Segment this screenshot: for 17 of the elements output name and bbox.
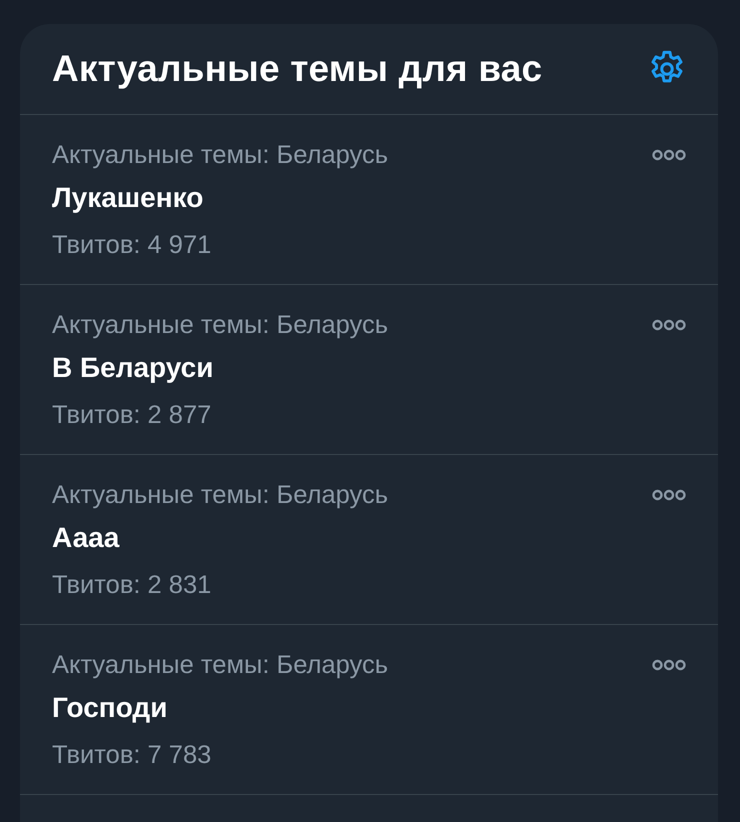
more-icon[interactable]: [652, 659, 686, 671]
trend-context: Актуальные темы: Беларусь: [52, 140, 388, 171]
trend-name[interactable]: Господи: [52, 685, 388, 731]
more-icon[interactable]: [652, 319, 686, 331]
more-icon[interactable]: [652, 149, 686, 161]
trend-name[interactable]: Лукашенко: [52, 175, 388, 221]
tweet-count: Твитов: 2 831: [52, 570, 212, 601]
tweet-count: Твитов: 7 783: [52, 740, 212, 771]
trend-context: Актуальные темы: Беларусь: [52, 480, 388, 511]
trend-name[interactable]: Аааа: [52, 515, 388, 561]
more-icon[interactable]: [652, 489, 686, 501]
trend-context: Актуальные темы: Беларусь: [52, 310, 388, 341]
trend-context: Актуальные темы: Беларусь: [52, 650, 388, 681]
trend-name[interactable]: В Беларуси: [52, 345, 388, 391]
tweet-count: Твитов: 4 971: [52, 230, 212, 261]
panel-title: Актуальные темы для вас: [52, 46, 542, 91]
tweet-count: Твитов: 2 877: [52, 400, 212, 431]
